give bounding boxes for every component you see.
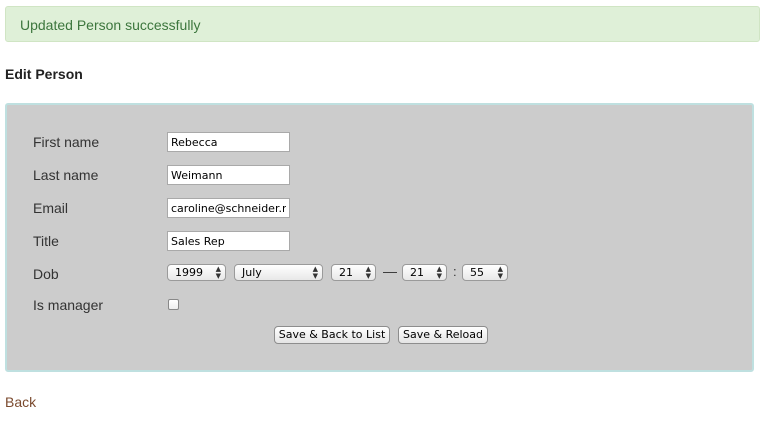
up-down-chevron-icon: ▲ ▼ xyxy=(312,265,318,280)
dob-month-value: July xyxy=(242,266,262,279)
flash-message-text: Updated Person successfully xyxy=(20,17,201,33)
title-label: Title xyxy=(33,233,59,249)
email-input[interactable] xyxy=(167,198,290,218)
email-label: Email xyxy=(33,200,69,216)
last-name-label: Last name xyxy=(33,167,99,183)
first-name-label: First name xyxy=(33,134,100,150)
is-manager-checkbox[interactable] xyxy=(168,299,179,310)
page-title: Edit Person xyxy=(5,66,83,82)
time-separator: : xyxy=(453,264,457,279)
up-down-chevron-icon: ▲ ▼ xyxy=(365,265,371,280)
up-down-chevron-icon: ▲ ▼ xyxy=(497,265,503,280)
dob-minute-select[interactable]: 55 ▲ ▼ xyxy=(462,264,508,281)
last-name-input[interactable] xyxy=(167,165,290,185)
date-time-separator: — xyxy=(383,263,397,279)
flash-success-message: Updated Person successfully xyxy=(5,6,760,42)
is-manager-label: Is manager xyxy=(33,297,104,313)
title-input[interactable] xyxy=(167,231,290,251)
dob-day-select[interactable]: 21 ▲ ▼ xyxy=(331,264,376,281)
dob-day-value: 21 xyxy=(339,266,353,279)
save-back-to-list-button[interactable]: Save & Back to List xyxy=(274,326,390,344)
first-name-input[interactable] xyxy=(167,132,290,152)
dob-month-select[interactable]: July ▲ ▼ xyxy=(234,264,323,281)
up-down-chevron-icon: ▲ ▼ xyxy=(436,265,442,280)
up-down-chevron-icon: ▲ ▼ xyxy=(215,265,221,280)
dob-year-value: 1999 xyxy=(175,266,203,279)
back-link[interactable]: Back xyxy=(5,394,36,410)
dob-year-select[interactable]: 1999 ▲ ▼ xyxy=(167,264,226,281)
edit-person-form: First name Last name Email Title Dob 199… xyxy=(5,103,754,372)
dob-hour-value: 21 xyxy=(410,266,424,279)
dob-minute-value: 55 xyxy=(470,266,484,279)
save-reload-button[interactable]: Save & Reload xyxy=(398,326,488,344)
dob-label: Dob xyxy=(33,266,59,282)
dob-hour-select[interactable]: 21 ▲ ▼ xyxy=(402,264,447,281)
